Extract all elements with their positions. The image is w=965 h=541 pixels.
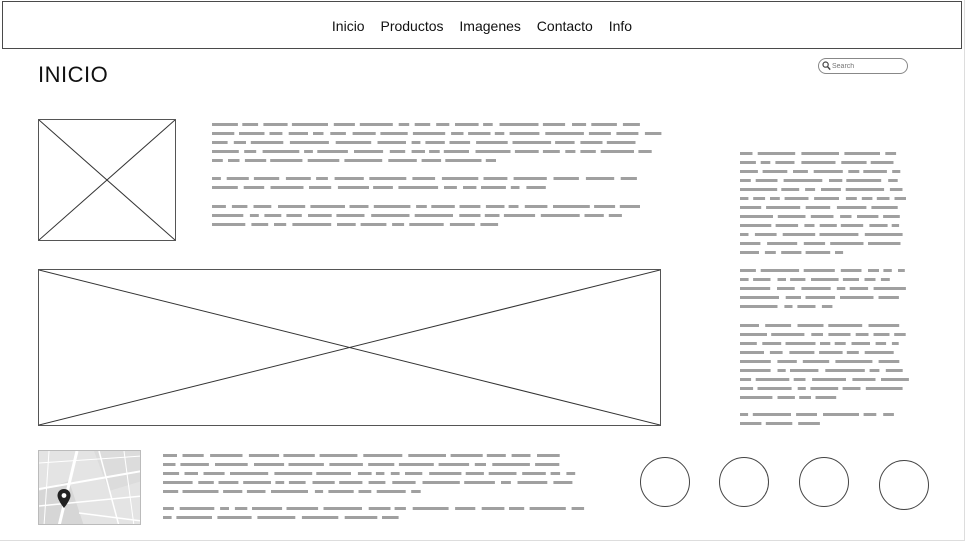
map-thumbnail[interactable] (38, 450, 141, 525)
sidebar-text-placeholder (740, 267, 910, 312)
search-box[interactable] (818, 58, 908, 74)
nav-item-info[interactable]: Info (609, 18, 632, 34)
nav-menu: Inicio Productos Imagenes Contacto Info (3, 18, 961, 34)
image-placeholder-wide (38, 269, 661, 426)
sidebar-text-placeholder (740, 150, 910, 258)
nav-item-imagenes[interactable]: Imagenes (459, 18, 520, 34)
circle-placeholder-3[interactable] (799, 457, 849, 507)
search-icon[interactable] (822, 61, 831, 71)
circle-placeholder-2[interactable] (719, 457, 769, 507)
sidebar-text-placeholder (740, 322, 910, 402)
text-placeholder-block (212, 203, 662, 229)
top-navbar: Inicio Productos Imagenes Contacto Info (2, 1, 962, 49)
text-placeholder-block (163, 452, 588, 496)
text-placeholder-block (163, 505, 588, 523)
map-graphic (39, 451, 140, 524)
text-placeholder-block (212, 175, 662, 191)
nav-item-contacto[interactable]: Contacto (537, 18, 593, 34)
text-placeholder-block (212, 121, 662, 166)
circle-placeholder-4[interactable] (879, 460, 929, 510)
image-placeholder-small (38, 119, 176, 241)
sidebar-text-placeholder (740, 411, 910, 429)
circle-placeholder-1[interactable] (640, 457, 690, 507)
nav-item-productos[interactable]: Productos (380, 18, 443, 34)
map-pin-icon (57, 489, 71, 508)
page-title: INICIO (38, 62, 109, 87)
nav-item-inicio[interactable]: Inicio (332, 18, 365, 34)
search-input[interactable] (832, 60, 902, 72)
